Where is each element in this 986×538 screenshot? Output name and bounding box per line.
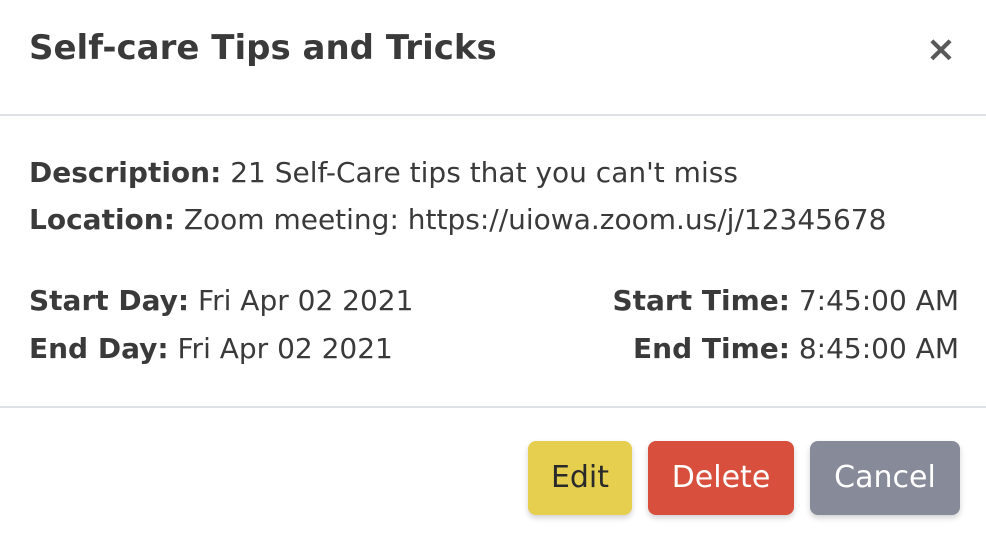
location-label: Location: [29,203,175,236]
cancel-button[interactable]: Cancel [810,441,960,515]
start-day-row: Start Day: Fri Apr 02 2021 [29,284,413,317]
edit-button[interactable]: Edit [528,441,632,515]
event-details-modal: Self-care Tips and Tricks × Description:… [0,0,986,538]
location-value: Zoom meeting: https://uiowa.zoom.us/j/12… [183,203,887,236]
start-time-value: 7:45:00 AM [798,284,959,317]
start-time-label: Start Time: [612,284,790,317]
end-time-value: 8:45:00 AM [798,332,959,365]
end-day-value: Fri Apr 02 2021 [177,332,393,365]
start-time-row: Start Time: 7:45:00 AM [612,284,959,317]
close-icon[interactable]: × [924,30,958,70]
start-day-label: Start Day: [29,284,190,317]
description-label: Description: [29,156,222,189]
modal-title: Self-care Tips and Tricks [29,28,497,68]
description-value: 21 Self-Care tips that you can't miss [230,156,738,189]
modal-header: Self-care Tips and Tricks × [0,0,986,116]
delete-button[interactable]: Delete [648,441,794,515]
end-day-row: End Day: Fri Apr 02 2021 [29,332,393,365]
start-day-value: Fri Apr 02 2021 [198,284,414,317]
modal-footer: Edit Delete Cancel [0,408,986,538]
end-time-row: End Time: 8:45:00 AM [633,332,959,365]
description-row: Description: 21 Self-Care tips that you … [29,156,738,189]
location-row: Location: Zoom meeting: https://uiowa.zo… [29,203,886,236]
end-day-label: End Day: [29,332,169,365]
end-time-label: End Time: [633,332,790,365]
modal-body: Description: 21 Self-Care tips that you … [0,116,986,408]
